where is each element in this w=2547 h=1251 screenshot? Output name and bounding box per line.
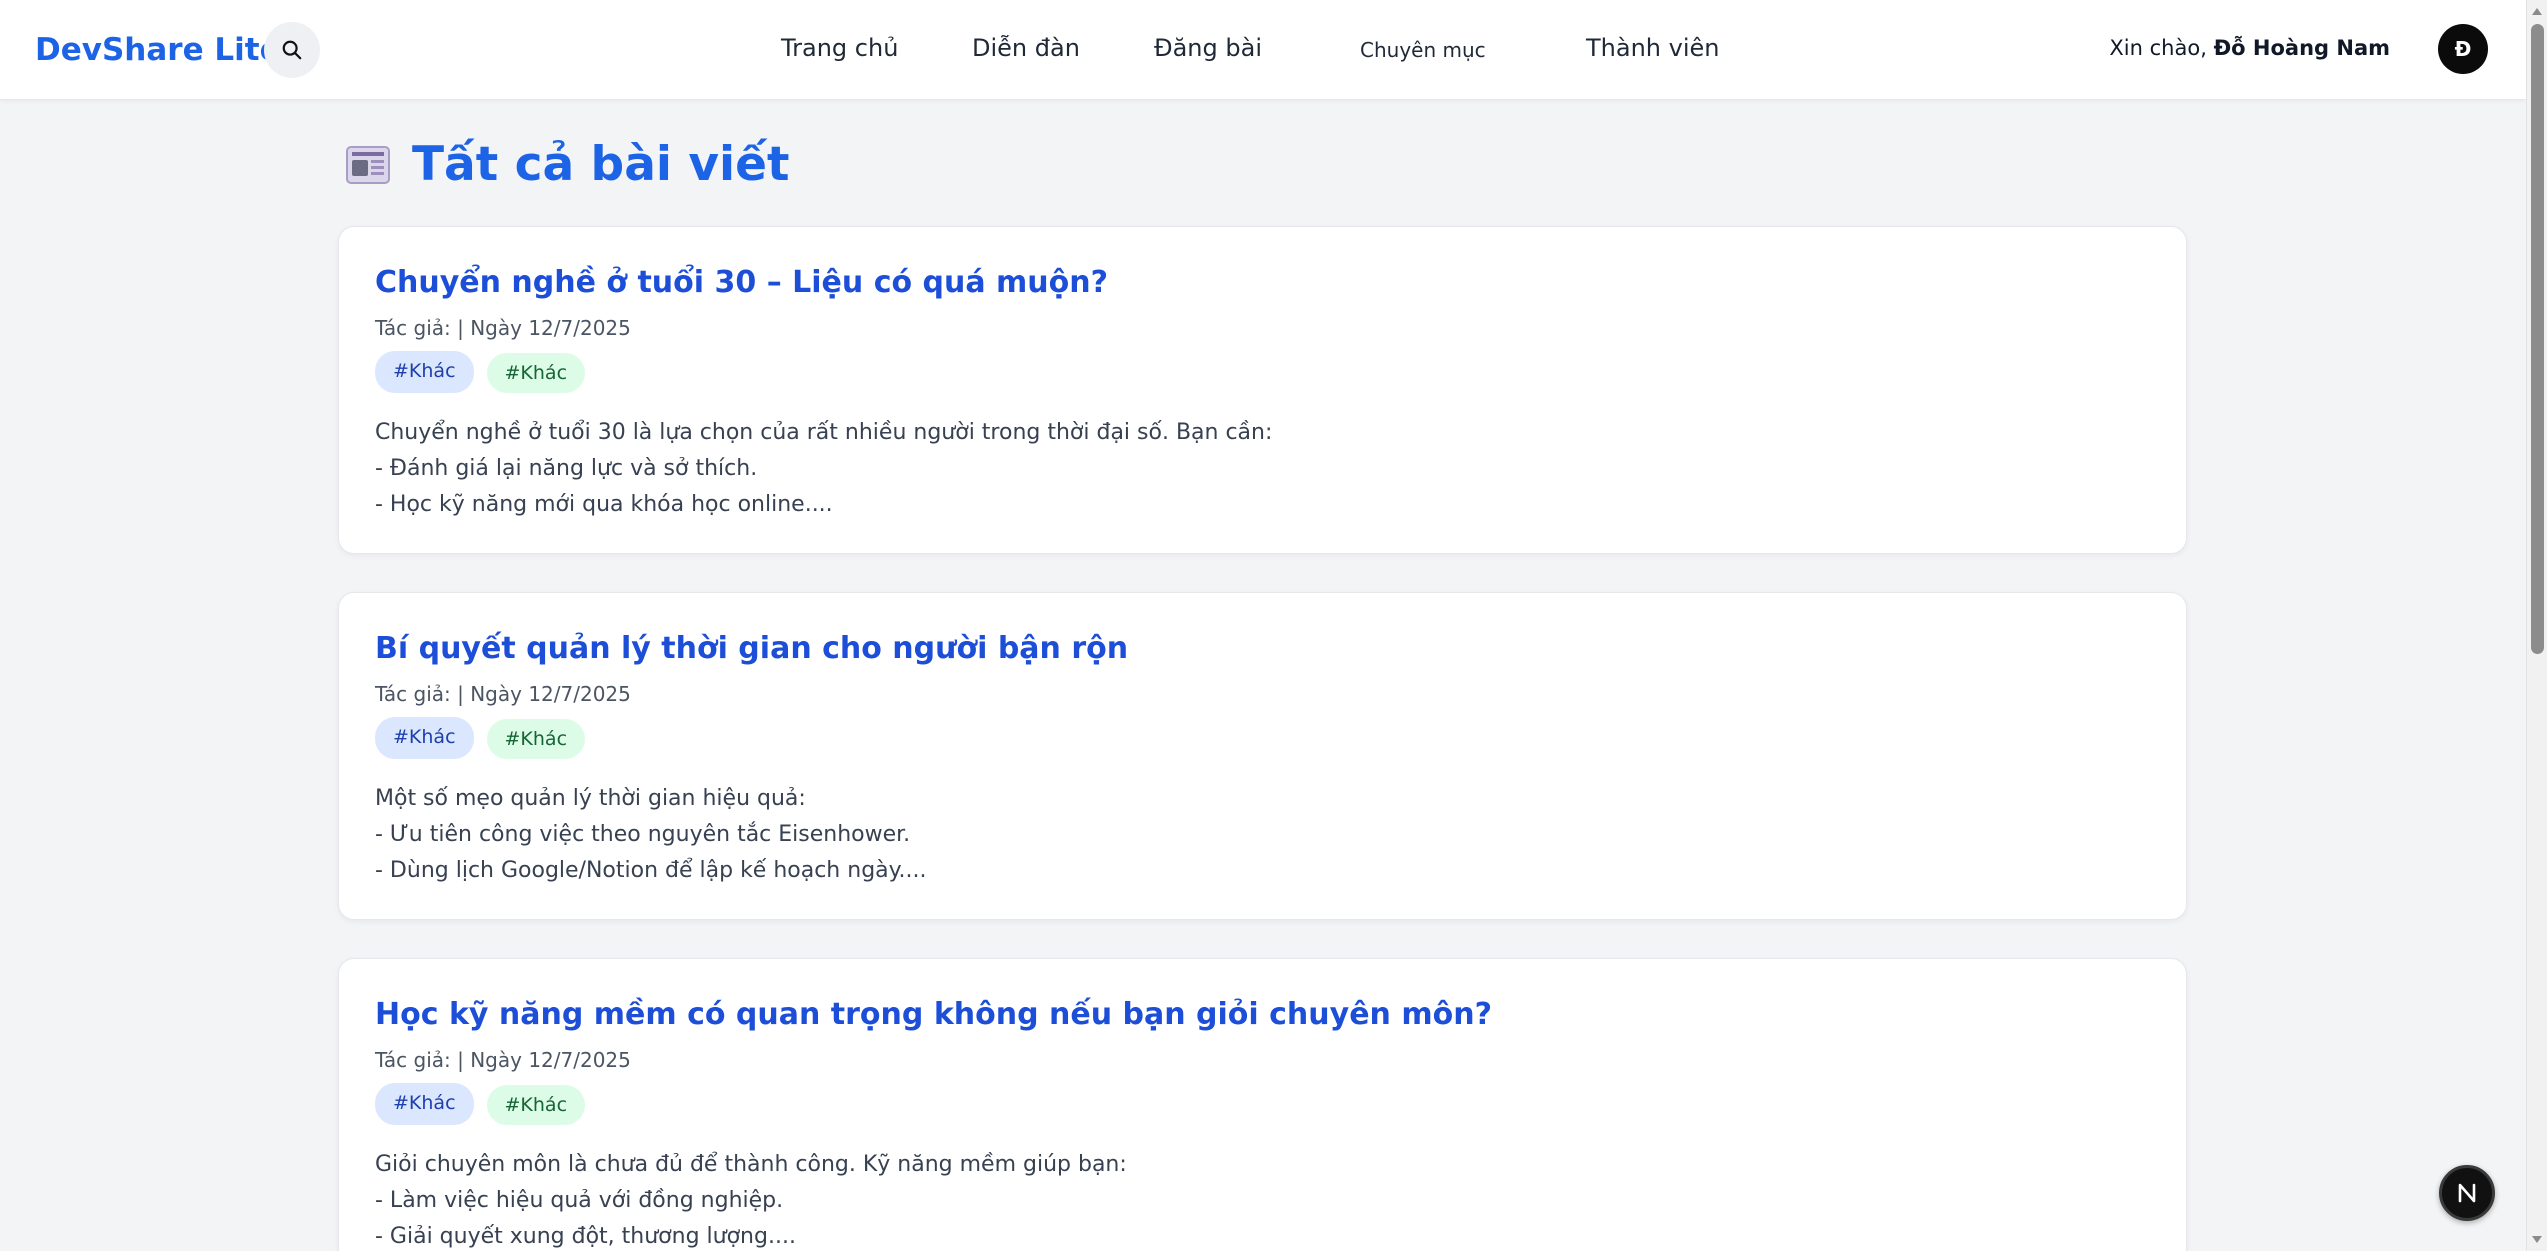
nav-members[interactable]: Thành viên xyxy=(1586,34,1719,62)
post-excerpt: Giỏi chuyên môn là chưa đủ để thành công… xyxy=(375,1152,1127,1249)
post-meta: Tác giả: | Ngày 12/7/2025 xyxy=(375,1048,631,1072)
post-card: Bí quyết quản lý thời gian cho người bận… xyxy=(338,592,2187,920)
post-tags: #Khác #Khác xyxy=(375,1083,586,1125)
greeting-prefix: Xin chào, xyxy=(2109,36,2207,60)
post-tags: #Khác #Khác xyxy=(375,717,586,759)
nav-home[interactable]: Trang chủ xyxy=(781,34,898,62)
newspaper-icon xyxy=(346,145,390,184)
post-tags: #Khác #Khác xyxy=(375,351,586,393)
nav-forum[interactable]: Diễn đàn xyxy=(972,34,1080,62)
post-meta: Tác giả: | Ngày 12/7/2025 xyxy=(375,316,631,340)
brand-logo[interactable]: DevShare Lite xyxy=(35,32,281,68)
n-logo-icon xyxy=(2458,1183,2476,1203)
tag-badge[interactable]: #Khác xyxy=(486,353,586,393)
post-title-link[interactable]: Học kỹ năng mềm có quan trọng không nếu … xyxy=(375,997,1492,1032)
tag-badge[interactable]: #Khác xyxy=(486,1085,586,1125)
search-icon xyxy=(282,40,302,60)
scrollbar-thumb[interactable] xyxy=(2531,24,2544,654)
nav-categories[interactable]: Chuyên mục xyxy=(1360,38,1486,62)
post-card: Chuyển nghề ở tuổi 30 – Liệu có quá muộn… xyxy=(338,226,2187,554)
tag-badge[interactable]: #Khác xyxy=(375,351,474,393)
nav-create-post[interactable]: Đăng bài xyxy=(1154,34,1262,62)
page-heading: Tất cả bài viết xyxy=(346,137,789,192)
post-title-link[interactable]: Chuyển nghề ở tuổi 30 – Liệu có quá muộn… xyxy=(375,265,1108,300)
top-navbar: DevShare Lite Trang chủ Diễn đàn Đăng bà… xyxy=(0,0,2526,100)
page-title: Tất cả bài viết xyxy=(412,137,790,192)
search-button[interactable] xyxy=(264,22,320,78)
avatar[interactable]: Đ xyxy=(2438,24,2488,74)
user-name: Đỗ Hoàng Nam xyxy=(2213,36,2390,60)
post-card: Học kỹ năng mềm có quan trọng không nếu … xyxy=(338,958,2187,1251)
tag-badge[interactable]: #Khác xyxy=(375,1083,474,1125)
tag-badge[interactable]: #Khác xyxy=(486,719,586,759)
scroll-down-arrow-icon[interactable] xyxy=(2532,1236,2542,1243)
post-meta: Tác giả: | Ngày 12/7/2025 xyxy=(375,682,631,706)
vertical-scrollbar[interactable] xyxy=(2526,0,2547,1251)
n-logo-button[interactable] xyxy=(2439,1165,2495,1221)
scroll-up-arrow-icon[interactable] xyxy=(2532,8,2542,15)
post-excerpt: Chuyển nghề ở tuổi 30 là lựa chọn của rấ… xyxy=(375,420,1273,517)
tag-badge[interactable]: #Khác xyxy=(375,717,474,759)
user-greeting: Xin chào, Đỗ Hoàng Nam xyxy=(2109,36,2390,60)
post-title-link[interactable]: Bí quyết quản lý thời gian cho người bận… xyxy=(375,631,1128,666)
post-excerpt: Một số mẹo quản lý thời gian hiệu quả: -… xyxy=(375,786,927,883)
